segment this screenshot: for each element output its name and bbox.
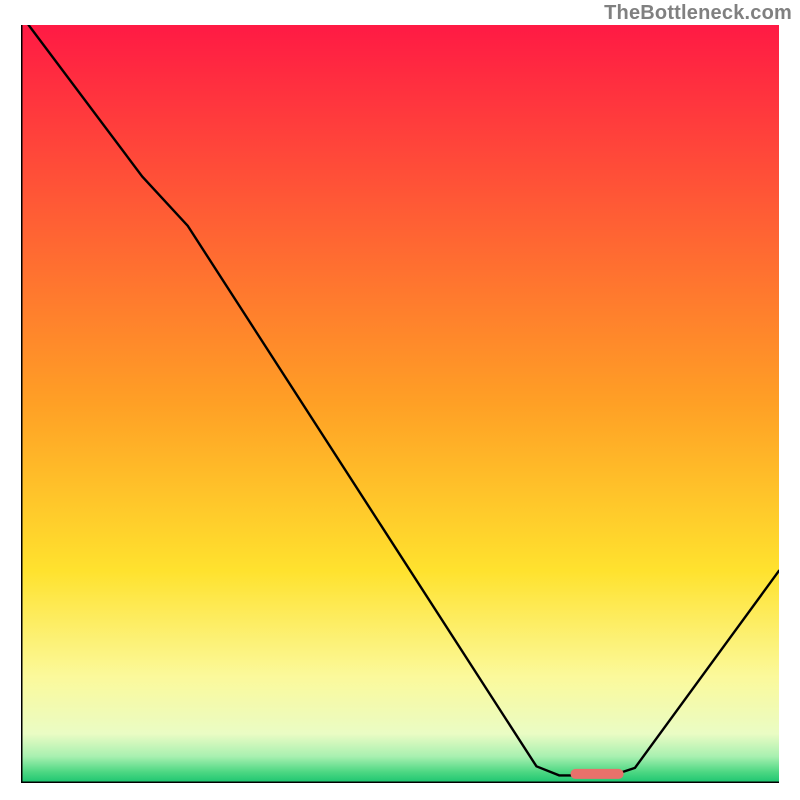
watermark-text: TheBottleneck.com	[604, 2, 792, 25]
plot-area	[21, 25, 779, 783]
optimal-range-marker	[571, 769, 624, 779]
chart-svg	[21, 25, 779, 783]
chart-container: TheBottleneck.com	[0, 0, 800, 800]
gradient-background	[21, 25, 779, 783]
